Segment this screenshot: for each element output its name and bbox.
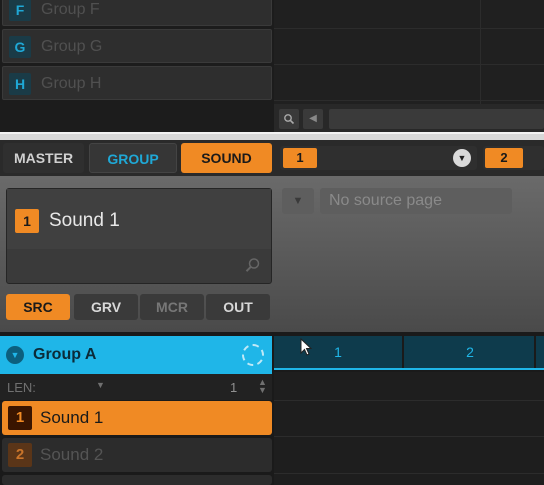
module-tabs: SRC GRV MCR OUT <box>6 294 272 320</box>
mouse-pointer-icon <box>300 338 312 356</box>
tab-mcr[interactable]: MCR <box>140 294 204 320</box>
timeline-ruler[interactable]: 1 2 <box>274 336 544 370</box>
group-letter-badge: F <box>9 0 31 21</box>
grid-line <box>274 28 544 29</box>
stepper-icon[interactable]: ▲ ▼ <box>258 378 267 395</box>
collapse-icon[interactable]: ▼ <box>6 346 24 364</box>
chevron-down-icon[interactable]: ▼ <box>96 380 105 390</box>
group-list: F Group F G Group G H Group H <box>0 0 272 102</box>
bar-marker: 2 <box>406 336 536 368</box>
grid-line <box>274 64 544 65</box>
length-label: LEN: <box>7 380 36 395</box>
sound-row-3[interactable] <box>2 475 272 485</box>
grid-line <box>274 400 544 401</box>
chevron-down-icon[interactable]: ▼ <box>282 188 314 214</box>
top-section: F Group F G Group G H Group H ◀ <box>0 0 544 132</box>
scroll-track[interactable] <box>329 109 544 129</box>
slot-selector-2[interactable]: 2 <box>483 146 544 170</box>
sound-number-badge: 1 <box>15 209 39 233</box>
pattern-editor[interactable] <box>274 372 544 485</box>
chevron-down-icon[interactable]: ▼ <box>453 149 471 167</box>
tab-src[interactable]: SRC <box>6 294 70 320</box>
sound-name: Sound 1 <box>40 408 104 427</box>
grid-line <box>274 436 544 437</box>
sound-row-1[interactable]: 1 Sound 1 <box>2 401 272 435</box>
group-row-f[interactable]: F Group F <box>2 0 272 26</box>
sound-number-badge: 2 <box>8 443 32 467</box>
group-letter-badge: G <box>9 36 31 58</box>
sound-box-header <box>7 189 271 249</box>
group-row-h[interactable]: H Group H <box>2 66 272 100</box>
section-divider[interactable] <box>0 132 544 140</box>
grid-line <box>480 0 481 104</box>
arrow-left-icon[interactable]: ◀ <box>303 109 323 129</box>
tab-group[interactable]: GROUP <box>89 143 177 173</box>
tab-sound[interactable]: SOUND <box>181 143 272 173</box>
sound-panel: 1 Sound 1 ▼ No source page SRC GRV MCR O… <box>0 176 544 332</box>
tab-master[interactable]: MASTER <box>3 143 84 173</box>
group-name: Group H <box>41 75 102 92</box>
group-row-g[interactable]: G Group G <box>2 29 272 63</box>
horizontal-scrollbar: ◀ <box>274 104 544 132</box>
dial-icon[interactable] <box>242 344 264 366</box>
sound-name: Sound 2 <box>40 445 104 464</box>
tab-grv[interactable]: GRV <box>74 294 138 320</box>
sound-row-2[interactable]: 2 Sound 2 <box>2 438 272 472</box>
sound-selector-box[interactable]: 1 Sound 1 <box>6 188 272 284</box>
magnifier-icon[interactable] <box>279 109 299 129</box>
group-name: Group G <box>41 38 103 55</box>
tab-out[interactable]: OUT <box>206 294 270 320</box>
sound-number-badge: 1 <box>8 406 32 430</box>
tab-bar: MASTER GROUP SOUND 1 ▼ 2 <box>0 140 544 176</box>
search-icon[interactable] <box>245 257 261 273</box>
group-letter-badge: H <box>9 73 31 95</box>
slot-number: 1 <box>283 148 317 168</box>
length-row: LEN: ▼ 1 ▲ ▼ <box>0 374 272 400</box>
group-header[interactable]: ▼ Group A <box>0 336 272 374</box>
length-value[interactable]: 1 <box>230 380 237 395</box>
group-header-name: Group A <box>33 346 97 363</box>
sound-name: Sound 1 <box>49 210 120 231</box>
grid-line <box>274 100 544 101</box>
source-page-field[interactable]: No source page <box>320 188 512 214</box>
bar-marker: 1 <box>274 336 404 368</box>
slot-selector-1[interactable]: 1 ▼ <box>280 146 477 170</box>
grid-line <box>274 473 544 474</box>
group-name: Group F <box>41 1 100 18</box>
pattern-grid[interactable] <box>274 0 544 104</box>
slot-number: 2 <box>485 148 523 168</box>
